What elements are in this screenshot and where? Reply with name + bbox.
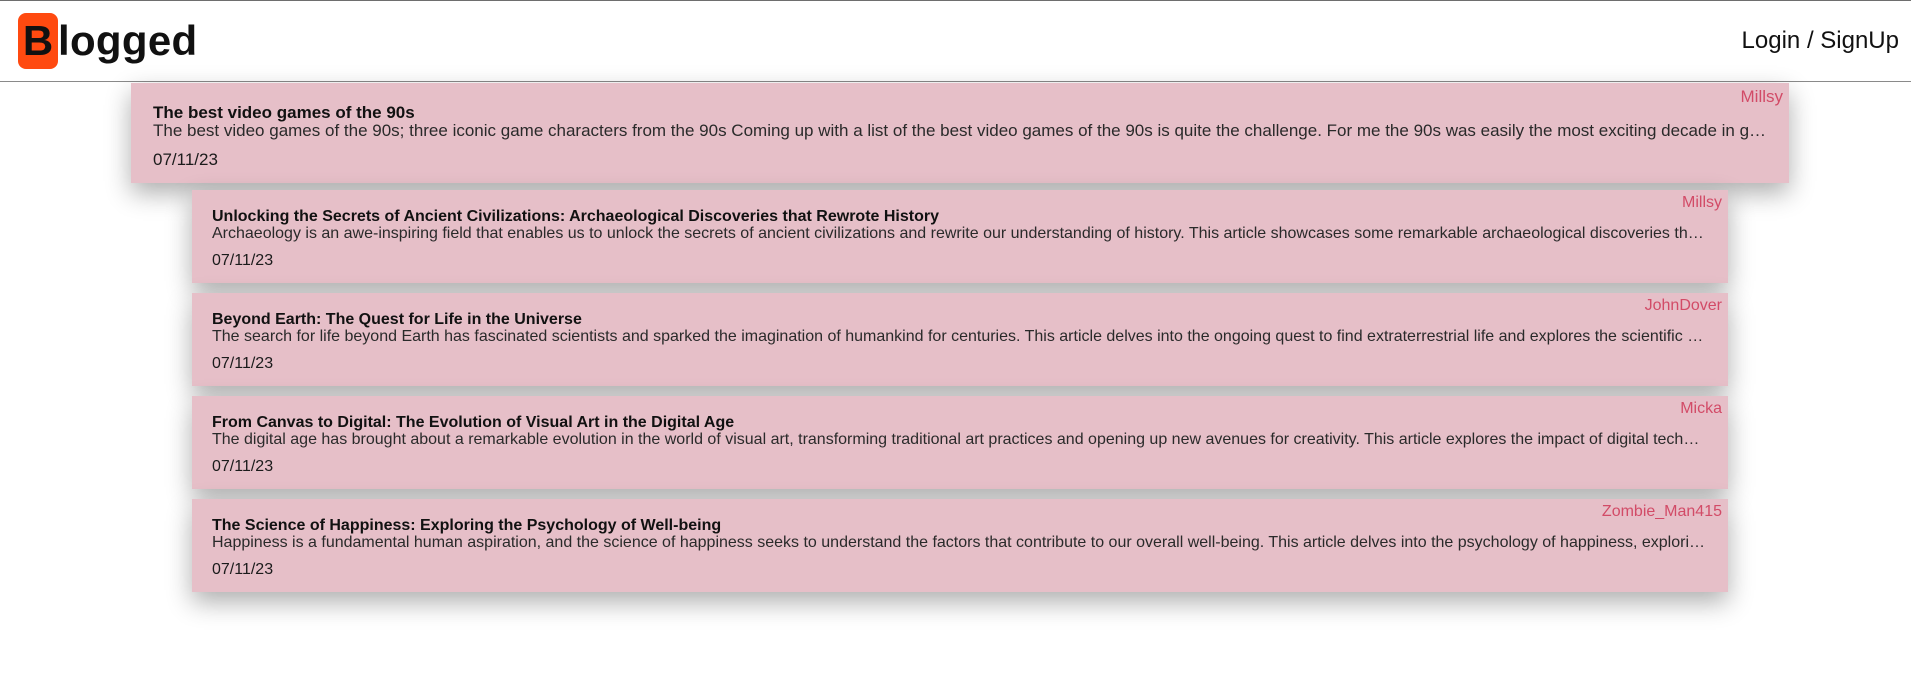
post-card[interactable]: Zombie_Man415 The Science of Happiness: … [192, 499, 1728, 592]
login-signup-link[interactable]: Login / SignUp [1742, 27, 1899, 55]
top-header: B logged Login / SignUp [0, 1, 1911, 82]
post-card-featured[interactable]: Millsy The best video games of the 90s T… [131, 83, 1789, 183]
logo-wordmark: logged [58, 17, 198, 64]
post-card[interactable]: Micka From Canvas to Digital: The Evolut… [192, 396, 1728, 489]
post-title[interactable]: From Canvas to Digital: The Evolution of… [212, 414, 734, 432]
post-title[interactable]: Unlocking the Secrets of Ancient Civiliz… [212, 208, 939, 226]
post-date: 07/11/23 [153, 150, 218, 169]
post-author[interactable]: Micka [1680, 400, 1722, 418]
post-excerpt: The best video games of the 90s; three i… [153, 121, 1769, 140]
post-author[interactable]: Millsy [1682, 194, 1722, 212]
post-date: 07/11/23 [212, 252, 274, 269]
post-author[interactable]: JohnDover [1645, 297, 1722, 315]
page: B logged Login / SignUp Millsy The best … [0, 0, 1911, 688]
logo-letter-badge: B [18, 13, 58, 69]
post-card[interactable]: JohnDover Beyond Earth: The Quest for Li… [192, 293, 1728, 386]
post-author[interactable]: Zombie_Man415 [1602, 503, 1722, 521]
post-title[interactable]: The best video games of the 90s [153, 103, 415, 123]
post-title[interactable]: The Science of Happiness: Exploring the … [212, 517, 721, 535]
post-excerpt: The digital age has brought about a rema… [212, 431, 1708, 448]
post-title[interactable]: Beyond Earth: The Quest for Life in the … [212, 311, 582, 329]
post-author[interactable]: Millsy [1741, 87, 1784, 107]
post-excerpt: The search for life beyond Earth has fas… [212, 328, 1708, 345]
post-excerpt: Archaeology is an awe-inspiring field th… [212, 225, 1708, 242]
blogged-logo[interactable]: B logged [18, 13, 197, 69]
post-date: 07/11/23 [212, 561, 274, 578]
post-card[interactable]: Millsy Unlocking the Secrets of Ancient … [192, 190, 1728, 283]
post-date: 07/11/23 [212, 355, 274, 372]
post-date: 07/11/23 [212, 458, 274, 475]
post-excerpt: Happiness is a fundamental human aspirat… [212, 534, 1708, 551]
